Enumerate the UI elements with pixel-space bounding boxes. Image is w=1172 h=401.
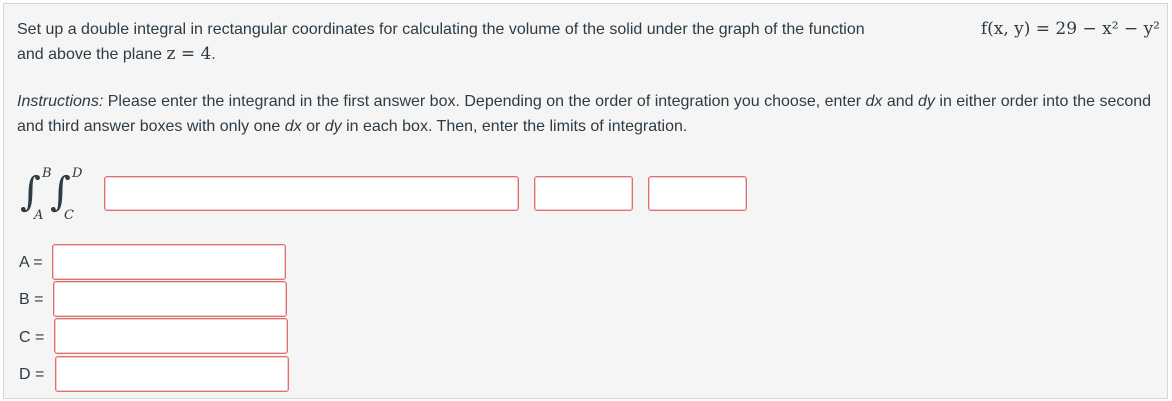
first-differential-input[interactable] [534, 176, 633, 211]
instructions-dy2: dy [324, 118, 342, 135]
double-integral-symbol: ∫ B A ∫ D C [18, 164, 108, 226]
limit-b-label: B = [19, 291, 44, 308]
instructions-text: Instructions: Please enter the integrand… [17, 89, 1162, 139]
plane-formula: z = 4 [166, 44, 212, 64]
instructions-part1: Please enter the integrand in the first … [103, 93, 866, 110]
limit-b-input[interactable] [53, 281, 287, 317]
instructions-dy1: dy [918, 93, 935, 110]
limit-a-input[interactable] [52, 244, 286, 280]
outer-integral-sign: ∫ [20, 169, 41, 215]
limit-c-label: C = [19, 329, 45, 346]
question-text-end: . [211, 46, 216, 63]
question-text-middle: and above the plane [17, 46, 167, 63]
instructions-or: or [301, 118, 325, 135]
question-text-before: Set up a double integral in rectangular … [17, 21, 865, 38]
limit-a-label: A = [19, 254, 43, 271]
instructions-and: and [882, 93, 919, 110]
limit-d-label: D = [19, 366, 45, 383]
function-formula: f(x, y) = 29 − x² − y² [980, 19, 1160, 39]
inner-upper-limit: D [72, 166, 83, 181]
instructions-dx2: dx [284, 118, 302, 135]
instructions-part3: in each box. Then, enter the limits of i… [341, 118, 688, 135]
inner-integral-sign: ∫ [50, 169, 71, 215]
outer-lower-limit: A [34, 208, 44, 223]
second-differential-input[interactable] [648, 176, 747, 211]
question-text: Set up a double integral in rectangular … [17, 17, 1162, 67]
limit-d-input[interactable] [55, 356, 289, 392]
limit-c-input[interactable] [54, 318, 288, 354]
inner-lower-limit: C [64, 208, 74, 223]
question-panel: Set up a double integral in rectangular … [3, 3, 1168, 399]
instructions-dx1: dx [865, 93, 883, 110]
instructions-lead: Instructions: [17, 93, 104, 110]
integrand-input[interactable] [104, 176, 519, 211]
